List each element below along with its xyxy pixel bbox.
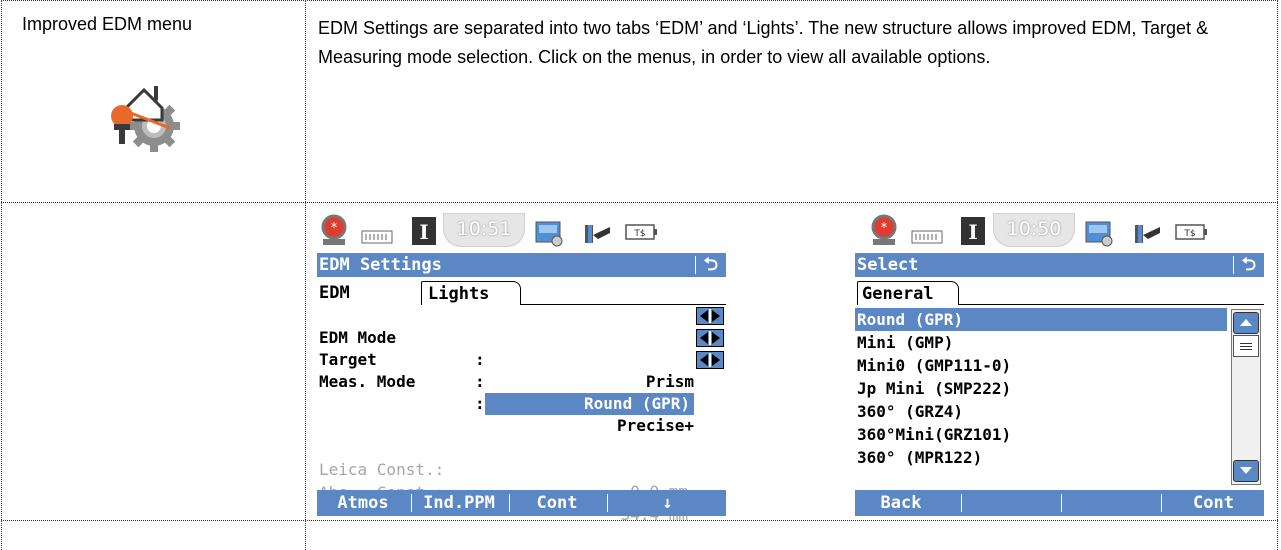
title-separator [1233, 256, 1234, 274]
left-right-selector-icon[interactable] [696, 307, 724, 325]
arrow-up-icon [1240, 319, 1252, 326]
scroll-thumb[interactable] [1233, 335, 1259, 357]
abs-const-row: Abs. Const.: -34.4 mm [317, 460, 726, 524]
list-item[interactable]: Jp Mini (SMP222) [855, 377, 1227, 400]
edm-settings-icon [104, 72, 188, 156]
leica-const-row: Leica Const.: 0.0 mm [317, 437, 726, 501]
softkey-divider [961, 494, 962, 512]
arrow-down-icon [1240, 467, 1252, 474]
softkey-cont[interactable]: Cont [511, 490, 603, 516]
ts-battery-icon: T$ [625, 224, 657, 240]
battery-level-icon [361, 230, 393, 244]
softkey-cont[interactable]: Cont [1163, 490, 1264, 516]
softkey-divider [509, 494, 510, 512]
back-icon[interactable]: ⮌ [704, 253, 718, 277]
table-border-right [1277, 0, 1278, 550]
screen-title-bar: EDM Settings ⮌ [317, 253, 726, 277]
status-bar: * I 10:50 T$ [855, 211, 1264, 251]
screen-title: EDM Settings [319, 255, 442, 275]
softkey-bar: Atmos Ind.PPM Cont ↓ [317, 490, 726, 516]
svg-text:T$: T$ [1183, 229, 1195, 239]
svg-text:I: I [968, 220, 977, 244]
ts-battery-icon: T$ [1175, 224, 1207, 240]
softkey-empty-3[interactable] [1063, 490, 1159, 516]
list-item[interactable]: 360° (GRZ4) [855, 400, 1227, 423]
screen-title: Select [857, 255, 919, 275]
softkey-divider [411, 494, 412, 512]
tab-bar: EDM Lights [317, 281, 726, 305]
softkey-page-down[interactable]: ↓ [609, 490, 726, 516]
softkey-atmos[interactable]: Atmos [317, 490, 409, 516]
table-border-left [1, 0, 2, 550]
left-right-selector-icon[interactable] [696, 329, 724, 347]
select-screen: * I 10:50 T$ Select ⮌ General Round (GPR… [855, 211, 1264, 516]
softkey-divider [1061, 494, 1062, 512]
svg-text:*: * [881, 221, 888, 236]
face-one-icon: I [961, 217, 985, 245]
clock: 10:51 [443, 213, 525, 247]
field-label: Meas. Mode [319, 372, 416, 391]
field-edm-mode[interactable]: EDM Mode : Prism [317, 305, 726, 391]
list-item[interactable]: Round (GPR) [855, 308, 1227, 331]
tab-general[interactable]: General [857, 281, 959, 305]
feature-description: EDM Settings are separated into two tabs… [318, 18, 1209, 67]
tab-lights[interactable]: Lights [421, 281, 521, 305]
svg-text:T$: T$ [633, 229, 645, 239]
svg-text:*: * [331, 221, 338, 236]
scroll-up-button[interactable] [1233, 312, 1259, 334]
document-table: Improved EDM menu EDM Settings are separ… [0, 0, 1281, 550]
softkey-ind-ppm[interactable]: Ind.PPM [413, 490, 505, 516]
face-one-icon: I [412, 217, 436, 245]
prism-status-icon: * [321, 214, 347, 245]
softkey-back[interactable]: Back [855, 490, 947, 516]
field-value-selected: Round (GPR) [485, 393, 694, 415]
tab-bar: General [855, 281, 1264, 305]
memory-card-icon [535, 221, 563, 247]
power-icon [585, 225, 610, 243]
list-item[interactable]: 360° (MPR122) [855, 446, 1227, 469]
softkey-divider [607, 494, 608, 512]
list-item[interactable]: 360°Mini(GRZ101) [855, 423, 1227, 446]
softkey-divider [1161, 494, 1162, 512]
power-icon [1135, 225, 1160, 243]
field-value: Precise+ [616, 416, 694, 435]
clock: 10:50 [993, 213, 1075, 247]
feature-title: Improved EDM menu [22, 14, 193, 34]
softkey-bar: Back Cont [855, 490, 1264, 516]
edm-settings-screen: * I 10:51 T$ EDM Settings ⮌ EDM Lights E… [317, 211, 726, 524]
title-separator [695, 256, 696, 274]
field-meas-mode[interactable]: Meas. Mode : Precise+ [317, 349, 726, 435]
table-row-divider [1, 202, 1278, 203]
field-colon: : [475, 372, 485, 391]
table-border-top [1, 0, 1278, 1]
screen-title-bar: Select ⮌ [855, 253, 1264, 277]
field-target[interactable]: Target : Round (GPR) [317, 327, 726, 415]
left-right-selector-icon[interactable] [696, 351, 724, 369]
prism-status-icon: * [871, 214, 897, 245]
scrollbar[interactable] [1231, 309, 1261, 485]
tab-underline [959, 304, 1264, 305]
tab-edm[interactable]: EDM [319, 281, 419, 305]
scroll-down-button[interactable] [1233, 460, 1259, 482]
svg-text:I: I [419, 220, 428, 244]
status-bar: * I 10:51 T$ [317, 211, 726, 251]
list-item[interactable]: Mini0 (GMP111-0) [855, 354, 1227, 377]
field-value: Prism [645, 372, 694, 391]
battery-level-icon [911, 230, 943, 244]
field-colon: : [475, 394, 485, 413]
list-item[interactable]: Mini (GMP) [855, 331, 1227, 354]
table-column-divider [305, 0, 306, 550]
softkey-empty-2[interactable] [963, 490, 1059, 516]
memory-card-icon [1085, 221, 1113, 247]
back-icon[interactable]: ⮌ [1242, 253, 1256, 277]
